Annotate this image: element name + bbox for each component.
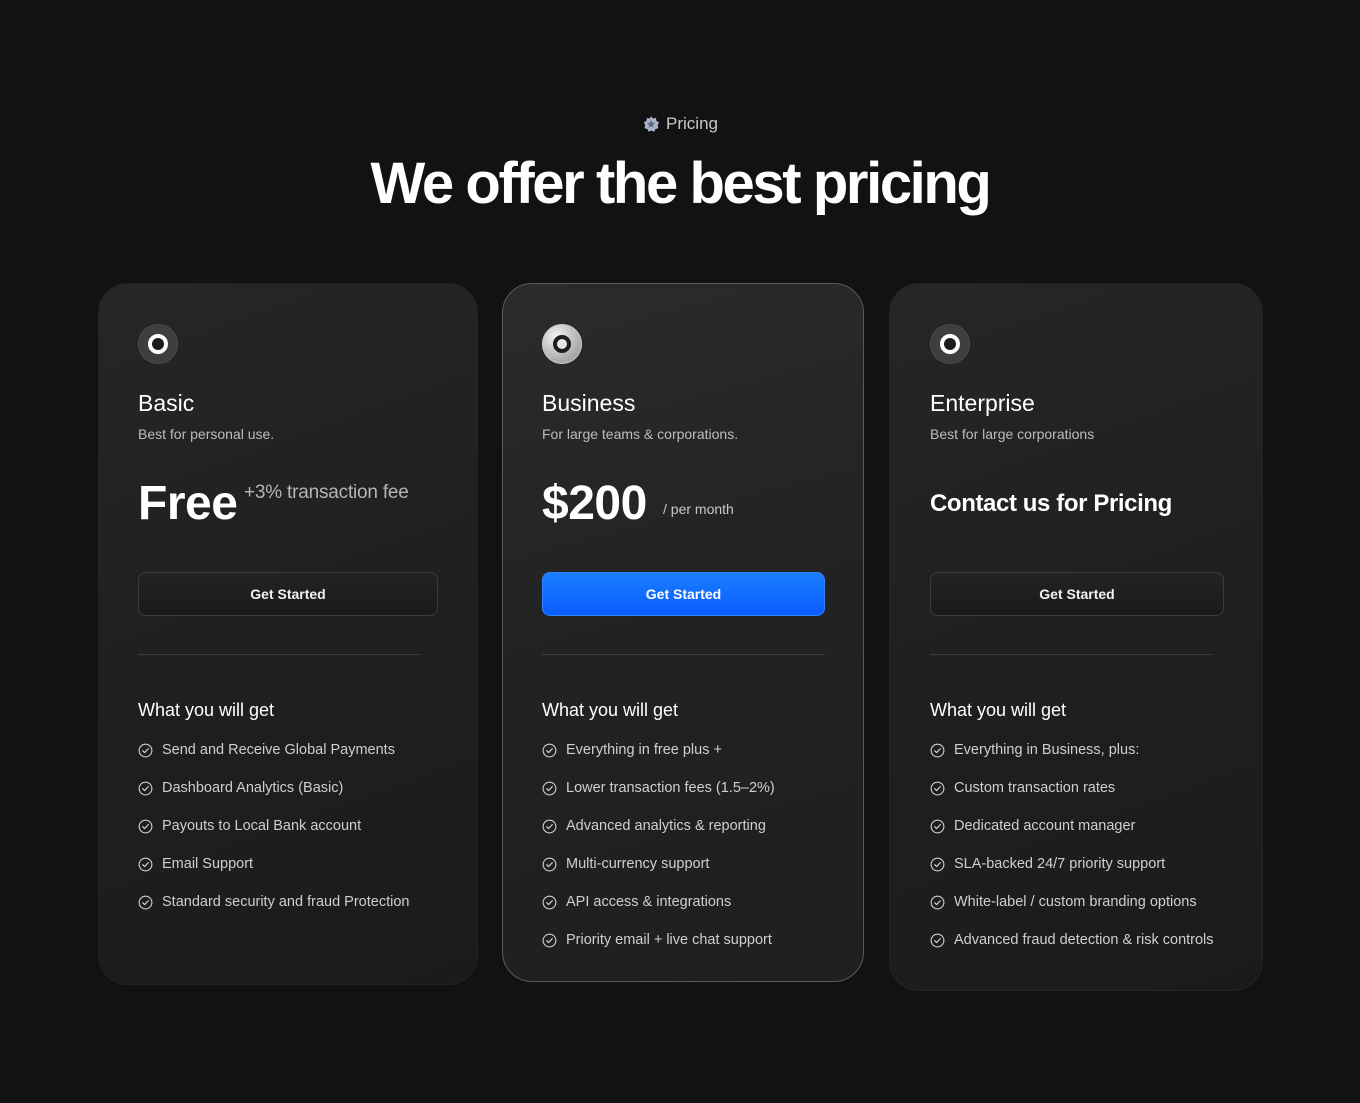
list-item: Everything in free plus + bbox=[542, 742, 775, 780]
feature-list: Everything in free plus + Lower transact… bbox=[542, 742, 775, 970]
page-title: We offer the best pricing bbox=[370, 151, 992, 216]
plan-ring-icon bbox=[542, 324, 582, 364]
feature-label: Priority email + live chat support bbox=[566, 932, 772, 948]
feature-list: Everything in Business, plus: Custom tra… bbox=[930, 742, 1214, 970]
feature-label: API access & integrations bbox=[566, 894, 732, 910]
check-circle-icon bbox=[542, 895, 557, 910]
feature-list: Send and Receive Global Payments Dashboa… bbox=[138, 742, 409, 932]
get-started-button[interactable]: Get Started bbox=[138, 572, 438, 616]
price-note: +3% transaction fee bbox=[244, 482, 409, 503]
list-item: White-label / custom branding options bbox=[930, 894, 1214, 932]
list-item: Lower transaction fees (1.5–2%) bbox=[542, 780, 775, 818]
check-circle-icon bbox=[930, 933, 945, 948]
eyebrow-label: Pricing bbox=[666, 114, 718, 133]
list-item: Priority email + live chat support bbox=[542, 932, 775, 970]
divider bbox=[138, 654, 421, 655]
divider bbox=[542, 654, 825, 655]
feature-label: Payouts to Local Bank account bbox=[162, 818, 362, 834]
plan-name: Basic bbox=[138, 390, 195, 416]
plan-description: Best for large corporations bbox=[930, 426, 1095, 442]
check-circle-icon bbox=[542, 933, 557, 948]
check-circle-icon bbox=[930, 857, 945, 872]
plan-name: Business bbox=[542, 390, 636, 416]
feature-label: Custom transaction rates bbox=[954, 780, 1116, 796]
feature-label: Everything in Business, plus: bbox=[954, 742, 1140, 758]
feature-label: Send and Receive Global Payments bbox=[162, 742, 395, 758]
list-item: Dedicated account manager bbox=[930, 818, 1214, 856]
price-note: / per month bbox=[663, 501, 734, 517]
check-circle-icon bbox=[138, 895, 153, 910]
plan-card-business: Business For large teams & corporations.… bbox=[502, 283, 864, 982]
list-item: API access & integrations bbox=[542, 894, 775, 932]
feature-label: Advanced analytics & reporting bbox=[566, 818, 766, 834]
feature-label: Everything in free plus + bbox=[566, 742, 722, 758]
check-circle-icon bbox=[930, 781, 945, 796]
plan-card-enterprise: Enterprise Best for large corporations C… bbox=[889, 283, 1263, 991]
features-title: What you will get bbox=[930, 700, 1067, 720]
plan-ring-icon bbox=[930, 324, 970, 364]
divider bbox=[930, 654, 1213, 655]
feature-label: White-label / custom branding options bbox=[954, 894, 1197, 910]
check-circle-icon bbox=[138, 857, 153, 872]
check-circle-icon bbox=[542, 819, 557, 834]
list-item: Send and Receive Global Payments bbox=[138, 742, 409, 780]
feature-label: Standard security and fraud Protection bbox=[162, 894, 410, 910]
plan-name: Enterprise bbox=[930, 390, 1035, 416]
check-circle-icon bbox=[930, 895, 945, 910]
list-item: SLA-backed 24/7 priority support bbox=[930, 856, 1214, 894]
section-eyebrow: Pricing bbox=[0, 114, 1360, 134]
check-circle-icon bbox=[542, 781, 557, 796]
plan-price: Contact us for Pricing bbox=[930, 490, 1172, 517]
get-started-button[interactable]: Get Started bbox=[542, 572, 825, 616]
list-item: Standard security and fraud Protection bbox=[138, 894, 409, 932]
pricing-page: { "header": { "eyebrow": "Pricing", "eye… bbox=[0, 0, 1360, 1103]
plan-description: For large teams & corporations. bbox=[542, 426, 739, 442]
features-title: What you will get bbox=[138, 700, 275, 720]
check-circle-icon bbox=[542, 857, 557, 872]
feature-label: Multi-currency support bbox=[566, 856, 710, 872]
list-item: Advanced fraud detection & risk controls bbox=[930, 932, 1214, 970]
plan-price: $200 bbox=[542, 477, 647, 530]
list-item: Email Support bbox=[138, 856, 409, 894]
plan-ring-icon bbox=[138, 324, 178, 364]
list-item: Advanced analytics & reporting bbox=[542, 818, 775, 856]
list-item: Custom transaction rates bbox=[930, 780, 1214, 818]
feature-label: Email Support bbox=[162, 856, 254, 872]
feature-label: Dedicated account manager bbox=[954, 818, 1136, 834]
list-item: Multi-currency support bbox=[542, 856, 775, 894]
features-title: What you will get bbox=[542, 700, 679, 720]
plan-description: Best for personal use. bbox=[138, 426, 275, 442]
list-item: Everything in Business, plus: bbox=[930, 742, 1214, 780]
check-circle-icon bbox=[930, 743, 945, 758]
get-started-button[interactable]: Get Started bbox=[930, 572, 1224, 616]
feature-label: Dashboard Analytics (Basic) bbox=[162, 780, 344, 796]
check-circle-icon bbox=[138, 743, 153, 758]
plan-card-basic: Basic Best for personal use. Free +3% tr… bbox=[98, 283, 478, 985]
plan-price: Free bbox=[138, 477, 238, 530]
list-item: Payouts to Local Bank account bbox=[138, 818, 409, 856]
list-item: Dashboard Analytics (Basic) bbox=[138, 780, 409, 818]
badge-star-icon bbox=[642, 115, 660, 133]
check-circle-icon bbox=[138, 781, 153, 796]
check-circle-icon bbox=[542, 743, 557, 758]
feature-label: Lower transaction fees (1.5–2%) bbox=[566, 780, 775, 796]
check-circle-icon bbox=[138, 819, 153, 834]
feature-label: Advanced fraud detection & risk controls bbox=[954, 932, 1214, 948]
feature-label: SLA-backed 24/7 priority support bbox=[954, 856, 1166, 872]
check-circle-icon bbox=[930, 819, 945, 834]
